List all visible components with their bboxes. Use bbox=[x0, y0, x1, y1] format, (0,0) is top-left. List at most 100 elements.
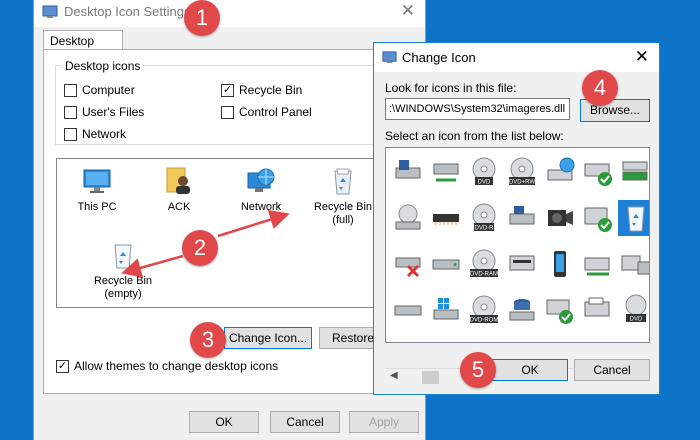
icon-recycle-bin-empty[interactable]: Recycle Bin (empty) bbox=[83, 239, 163, 301]
checkbox-label: User's Files bbox=[82, 105, 145, 119]
grid-icon[interactable] bbox=[390, 154, 426, 190]
grid-icon[interactable] bbox=[580, 292, 616, 328]
grid-icon[interactable] bbox=[428, 200, 464, 236]
grid-icon[interactable] bbox=[542, 200, 578, 236]
grid-icon[interactable]: DVD-R bbox=[466, 200, 502, 236]
grid-icon[interactable] bbox=[618, 246, 649, 282]
network-drive-icon bbox=[433, 163, 459, 182]
database-drive-icon bbox=[509, 299, 535, 321]
camcorder-icon bbox=[548, 210, 573, 226]
file-path-input[interactable]: :\WINDOWS\System32\imageres.dll bbox=[385, 98, 570, 120]
change-icon-button[interactable]: Change Icon... bbox=[224, 327, 312, 349]
ok-button[interactable]: OK bbox=[189, 411, 259, 433]
grid-icon[interactable] bbox=[390, 246, 426, 282]
grid-icon[interactable] bbox=[542, 246, 578, 282]
dialog-title-bar: Change Icon ✕ bbox=[374, 43, 659, 72]
callout-3: 3 bbox=[190, 322, 226, 358]
settings-app-icon bbox=[42, 5, 58, 18]
tab-desktop-icons[interactable]: Desktop Icons bbox=[43, 30, 123, 62]
scroll-left-icon[interactable]: ◀ bbox=[390, 370, 398, 381]
close-icon[interactable]: ✕ bbox=[635, 47, 649, 67]
fax-printer-icon bbox=[584, 297, 610, 317]
icon-this-pc[interactable]: This PC bbox=[57, 165, 137, 214]
grid-icon[interactable] bbox=[580, 246, 616, 282]
grid-icon[interactable] bbox=[504, 292, 540, 328]
select-label: Select an icon from the list below: bbox=[385, 129, 564, 143]
recycle-bin-icon bbox=[627, 206, 645, 232]
grid-icon[interactable] bbox=[428, 246, 464, 282]
ok-button[interactable]: OK bbox=[492, 359, 568, 381]
cancel-button[interactable]: Cancel bbox=[270, 411, 340, 433]
dvd-ram-disc-icon: DVD-RAM bbox=[470, 249, 498, 278]
close-icon[interactable]: ✕ bbox=[401, 1, 415, 21]
dvd-drive-icon: DVD bbox=[625, 294, 647, 323]
icon-sublabel: (empty) bbox=[104, 288, 142, 300]
drive-shield-icon bbox=[395, 160, 421, 179]
icon-recycle-bin-full[interactable]: Recycle Bin (full) bbox=[303, 165, 383, 227]
checkbox-recycle-bin[interactable]: ✓ Recycle Bin bbox=[221, 83, 302, 97]
checkbox-box[interactable] bbox=[64, 127, 77, 141]
printer-drive-icon bbox=[622, 161, 648, 181]
grid-icon[interactable]: DVD-ROM bbox=[466, 292, 502, 328]
icon-label: ACK bbox=[167, 201, 191, 213]
callout-5: 5 bbox=[460, 352, 496, 388]
disc-label: DVD-RAM bbox=[470, 272, 498, 278]
grid-icon[interactable] bbox=[504, 246, 540, 282]
grid-icon[interactable] bbox=[390, 200, 426, 236]
grid-icon[interactable]: DVD-RAM bbox=[466, 246, 502, 282]
checkbox-box[interactable] bbox=[64, 105, 77, 119]
recycle-bin-full-icon bbox=[334, 168, 352, 195]
grid-icon[interactable]: DVD bbox=[618, 292, 649, 328]
grid-icon[interactable]: DVD bbox=[466, 154, 502, 190]
dvd-disc-icon: DVD bbox=[472, 157, 496, 186]
checkbox-label: Control Panel bbox=[239, 105, 312, 119]
dvd-rw-disc-icon: DVD+RW bbox=[509, 157, 535, 186]
mobile-phone-icon bbox=[554, 251, 566, 277]
user-folder-icon bbox=[166, 167, 190, 194]
icon-label: Recycle Bin bbox=[93, 275, 153, 287]
server-check-icon bbox=[584, 207, 612, 232]
grid-icon-selected[interactable] bbox=[618, 200, 649, 236]
scrollbar-thumb[interactable] bbox=[422, 371, 439, 384]
disc-label: DVD bbox=[630, 317, 643, 323]
checkmark-icon[interactable]: ✓ bbox=[221, 83, 234, 97]
checkbox-computer[interactable]: Computer bbox=[64, 83, 135, 97]
icon-network[interactable]: Network bbox=[221, 165, 301, 214]
grid-icon[interactable] bbox=[428, 154, 464, 190]
icon-ack[interactable]: ACK bbox=[139, 165, 219, 214]
checkbox-label: Allow themes to change desktop icons bbox=[74, 359, 279, 373]
checkbox-label: Computer bbox=[82, 83, 135, 97]
removable-drive-icon bbox=[509, 255, 535, 271]
grid-icon[interactable]: DVD+RW bbox=[504, 154, 540, 190]
cancel-button[interactable]: Cancel bbox=[574, 359, 650, 381]
window-title: Desktop Icon Settings bbox=[64, 4, 191, 19]
grid-icon[interactable] bbox=[580, 200, 616, 236]
apply-button[interactable]: Apply bbox=[349, 411, 419, 433]
disc-label: DVD-ROM bbox=[470, 318, 499, 324]
recycle-bin-empty-icon bbox=[114, 244, 132, 269]
icon-label: This PC bbox=[77, 201, 117, 213]
icon-label: Network bbox=[240, 201, 282, 213]
checkbox-box[interactable] bbox=[221, 105, 234, 119]
network-globe-icon bbox=[247, 168, 275, 192]
disc-label: DVD bbox=[478, 180, 491, 186]
drive-error-icon bbox=[395, 257, 421, 278]
icon-sublabel: (full) bbox=[332, 214, 354, 226]
grid-icon[interactable] bbox=[618, 154, 649, 190]
checkbox-allow-themes[interactable]: ✓ Allow themes to change desktop icons bbox=[56, 359, 278, 373]
grid-icon[interactable] bbox=[542, 292, 578, 328]
callout-4: 4 bbox=[582, 70, 618, 106]
grid-icon[interactable] bbox=[428, 292, 464, 328]
checkbox-box[interactable] bbox=[64, 83, 77, 97]
grid-icon[interactable] bbox=[390, 292, 426, 328]
checkbox-network[interactable]: Network bbox=[64, 127, 126, 141]
printer-network-icon bbox=[584, 257, 610, 276]
grid-icon[interactable] bbox=[580, 154, 616, 190]
grid-icon[interactable] bbox=[504, 200, 540, 236]
grid-icon[interactable] bbox=[542, 154, 578, 190]
checkbox-users-files[interactable]: User's Files bbox=[64, 105, 144, 119]
checkmark-icon[interactable]: ✓ bbox=[56, 359, 69, 373]
checkbox-label: Network bbox=[82, 127, 127, 141]
callout-2: 2 bbox=[182, 230, 218, 266]
checkbox-control-panel[interactable]: Control Panel bbox=[221, 105, 312, 119]
